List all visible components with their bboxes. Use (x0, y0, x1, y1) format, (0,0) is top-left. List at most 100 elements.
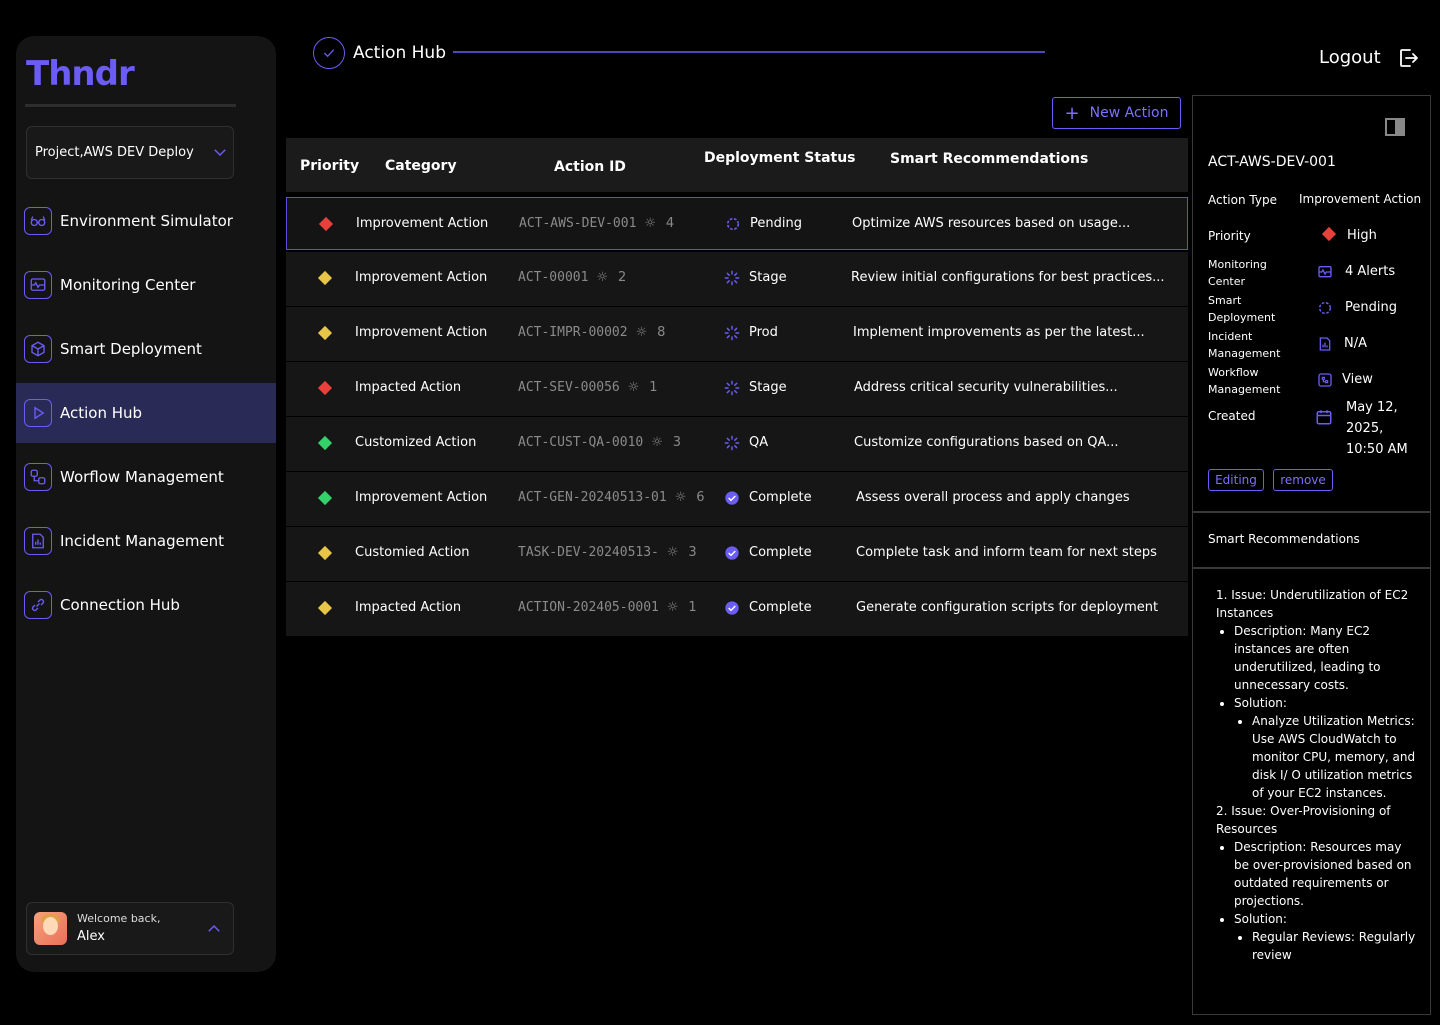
bug-count: 1 (649, 380, 658, 395)
sidebar-item-workflow-management[interactable]: Worflow Management (16, 447, 276, 507)
sidebar-item-connection-hub[interactable]: Connection Hub (16, 575, 276, 635)
table-row[interactable]: Impacted Action ACT-SEV-00056 ☼ 1 Stage Addr… (286, 362, 1188, 417)
bug-icon: ☼ (674, 490, 687, 505)
sidebar-item-label: Worflow Management (60, 468, 224, 486)
user-name: Alex (77, 929, 105, 944)
action-id-cell[interactable]: TASK-DEV-20240513- ☼ 3 (518, 545, 697, 560)
sidebar: Thndr Project,AWS DEV Deploy Environment… (16, 36, 276, 972)
project-select[interactable]: Project,AWS DEV Deploy (26, 126, 234, 179)
action-id-cell[interactable]: ACT-IMPR-00002 ☼ 8 (518, 325, 665, 340)
sidebar-item-label: Action Hub (60, 404, 143, 422)
col-action-id[interactable]: Action ID (554, 159, 626, 175)
pending-icon (1318, 301, 1332, 315)
priority-yellow-icon (317, 600, 333, 616)
recommendation-cell: Implement improvements as per the latest… (853, 325, 1145, 340)
status-pending-icon (726, 217, 740, 231)
status-cell: Stage (749, 380, 787, 395)
col-deployment-status[interactable]: Deployment Status (704, 150, 856, 166)
col-priority[interactable]: Priority (300, 158, 359, 174)
monitoring-label: Monitoring Center (1208, 258, 1267, 288)
status-cell: Complete (749, 490, 812, 505)
bug-icon: ☼ (635, 325, 648, 340)
cube-icon (24, 335, 52, 363)
header-divider (453, 51, 1045, 53)
table-row[interactable]: Improvement Action ACT-GEN-20240513-01 ☼ 6… (286, 472, 1188, 527)
recommendation-cell: Assess overall process and apply changes (856, 490, 1130, 505)
sidebar-item-incident-management[interactable]: Incident Management (16, 511, 276, 571)
status-loading-icon (724, 435, 740, 451)
sidebar-item-smart-deployment[interactable]: Smart Deployment (16, 319, 276, 379)
status-cell: QA (749, 435, 769, 450)
monitor-icon (1318, 266, 1332, 278)
rec-issue-1: 1. Issue: Underutilization of EC2 Instan… (1216, 588, 1409, 620)
table-row[interactable]: Customied Action TASK-DEV-20240513- ☼ 3 Com… (286, 527, 1188, 582)
action-id-cell[interactable]: ACT-SEV-00056 ☼ 1 (518, 380, 658, 395)
status-cell: Complete (749, 545, 812, 560)
priority-yellow-icon (317, 270, 333, 286)
rec-solution-step: Analyze Utilization Metrics: Use AWS Clo… (1252, 712, 1416, 802)
bug-icon: ☼ (666, 545, 679, 560)
check-circle-icon (313, 37, 345, 69)
table-row[interactable]: Customized Action ACT-CUST-QA-0010 ☼ 3 QA Cu… (286, 417, 1188, 472)
sidebar-item-label: Environment Simulator (60, 212, 233, 230)
created-value: May 12, 2025, 10:50 AM (1346, 400, 1408, 457)
link-icon (24, 591, 52, 619)
logout-icon[interactable] (1396, 46, 1420, 70)
action-id-cell[interactable]: ACT-GEN-20240513-01 ☼ 6 (518, 490, 704, 505)
panel-divider (1193, 511, 1430, 513)
user-menu[interactable]: Welcome back, Alex (26, 902, 234, 955)
new-action-button[interactable]: + New Action (1052, 97, 1181, 129)
monitoring-value[interactable]: 4 Alerts (1345, 264, 1395, 279)
action-id-cell[interactable]: ACTION-202405-0001 ☼ 1 (518, 600, 697, 615)
rec-solution: Solution: Analyze Utilization Metrics: U… (1234, 694, 1416, 802)
priority-red-icon (318, 216, 334, 232)
workflow-label: Workflow Management (1208, 366, 1281, 396)
rec-description: Description: Resources may be over-provi… (1234, 838, 1416, 910)
status-cell: Stage (749, 270, 787, 285)
bug-icon: ☼ (644, 216, 657, 231)
rec-solution: Solution: Regular Reviews: Regularly rev… (1234, 910, 1416, 964)
bug-count: 2 (617, 270, 627, 285)
remove-button[interactable]: remove (1273, 469, 1333, 491)
logout-button[interactable]: Logout (1319, 47, 1381, 68)
priority-value: High (1347, 228, 1377, 243)
priority-red-icon (317, 380, 333, 396)
workflow-icon (1318, 373, 1332, 387)
action-id-cell[interactable]: ACT-AWS-DEV-001 ☼ 4 (519, 216, 674, 231)
sidebar-item-action-hub[interactable]: Action Hub (16, 383, 276, 443)
sidebar-item-label: Connection Hub (60, 596, 180, 614)
table-row[interactable]: Improvement Action ACT-00001 ☼ 2 Stage Revie… (286, 252, 1188, 307)
workflow-icon (24, 463, 52, 491)
editing-button[interactable]: Editing (1208, 469, 1264, 491)
col-smart-recommendations[interactable]: Smart Recommendations (890, 151, 1088, 167)
col-category[interactable]: Category (385, 158, 457, 174)
table-row[interactable]: Impacted Action ACTION-202405-0001 ☼ 1 Comp… (286, 582, 1188, 637)
table-row[interactable]: Improvement Action ACT-IMPR-00002 ☼ 8 Prod I… (286, 307, 1188, 362)
action-type-label: Action Type (1208, 193, 1277, 207)
status-cell: Complete (749, 600, 812, 615)
welcome-text: Welcome back, (77, 912, 161, 925)
bug-count: 3 (672, 435, 681, 450)
sidebar-item-monitoring-center[interactable]: Monitoring Center (16, 255, 276, 315)
status-cell: Pending (750, 216, 802, 231)
smart-deployment-value: Pending (1345, 300, 1397, 315)
bug-count: 1 (688, 600, 697, 615)
sidebar-item-label: Incident Management (60, 532, 225, 550)
avatar (34, 912, 67, 945)
report-icon (1319, 337, 1331, 351)
table-row[interactable]: Improvement Action ACT-AWS-DEV-001 ☼ 4 Pend… (286, 197, 1188, 250)
action-id-cell[interactable]: ACT-CUST-QA-0010 ☼ 3 (518, 435, 681, 450)
page-title: Action Hub (353, 43, 446, 63)
action-id-cell[interactable]: ACT-00001 ☼ 2 (518, 270, 626, 285)
workflow-view-link[interactable]: View (1342, 372, 1373, 387)
status-complete-icon (725, 601, 739, 615)
detail-panel: ACT-AWS-DEV-001 Action Type Improvement … (1192, 95, 1431, 1015)
priority-green-icon (317, 490, 333, 506)
calendar-icon (1316, 410, 1332, 425)
panel-toggle-icon[interactable] (1385, 118, 1405, 136)
table-header: Priority Category Action ID Deployment S… (286, 138, 1188, 192)
recommendations-list: 1. Issue: Underutilization of EC2 Instan… (1216, 586, 1416, 964)
sidebar-item-environment-simulator[interactable]: Environment Simulator (16, 191, 276, 251)
logo: Thndr (26, 54, 135, 94)
project-select-value: Project,AWS DEV Deploy (35, 145, 194, 160)
